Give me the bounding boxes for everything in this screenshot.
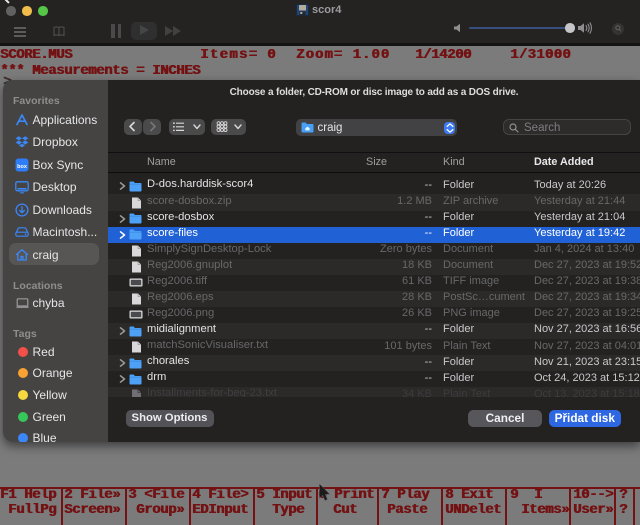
svg-text:box: box <box>17 163 28 169</box>
